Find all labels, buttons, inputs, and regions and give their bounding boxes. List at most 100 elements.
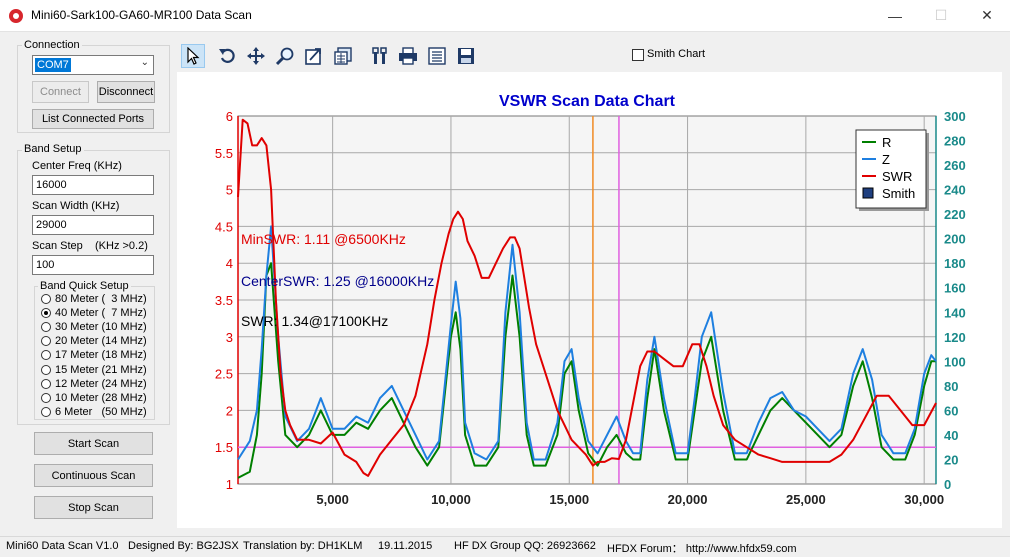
y-right-tick-label: 100 [944, 354, 966, 369]
radio-button[interactable] [41, 336, 51, 347]
legend-swatch-smith [862, 187, 874, 199]
band-radio-2[interactable]: 30 Meter (10 MHz) [41, 320, 147, 334]
continuous-scan-button[interactable]: Continuous Scan [34, 464, 153, 487]
y-right-tick-label: 120 [944, 330, 966, 345]
y-right-tick-label: 0 [944, 477, 951, 492]
print-icon[interactable] [396, 44, 420, 68]
radio-button[interactable] [41, 322, 51, 333]
close-button[interactable]: ✕ [964, 0, 1010, 31]
com-port-select[interactable]: COM7 ⌄ [32, 55, 154, 75]
y-right-tick-label: 80 [944, 379, 958, 394]
band-radio-8[interactable]: 6 Meter (50 MHz) [41, 405, 147, 419]
y-right-tick-label: 140 [944, 305, 966, 320]
band-radio-6[interactable]: 12 Meter (24 MHz) [41, 377, 147, 391]
pointer-icon[interactable] [181, 44, 205, 68]
print-preview-icon[interactable] [425, 44, 449, 68]
scan-width-input[interactable]: 29000 [32, 215, 154, 235]
radio-button[interactable] [41, 364, 51, 375]
y-right-tick-label: 200 [944, 232, 966, 247]
radio-button[interactable] [41, 350, 51, 361]
scan-step-label: Scan Step [32, 240, 83, 252]
undo-zoom-icon[interactable] [216, 44, 240, 68]
radio-button[interactable] [41, 392, 51, 403]
legend-label: Z [882, 152, 890, 167]
vswr-chart[interactable]: VSWR Scan Data Chart 1 1.5 2 2.5 3 3.5 4 4.5 5 5.5… [177, 72, 1002, 528]
y-right-tick-label: 40 [944, 428, 958, 443]
center-freq-label: Center Freq (KHz) [32, 160, 122, 172]
radio-button[interactable] [41, 308, 51, 319]
scan-width-label: Scan Width (KHz) [32, 200, 120, 212]
radio-button[interactable] [41, 406, 51, 417]
band-radio-label: 17 Meter (18 MHz) [55, 349, 147, 362]
minimize-button[interactable]: — [872, 0, 918, 31]
y-right-tick-label: 60 [944, 403, 958, 418]
y-left-tick-label: 6 [226, 109, 233, 124]
band-radio-4[interactable]: 17 Meter (18 MHz) [41, 348, 147, 362]
y-left-tick-label: 2.5 [215, 367, 233, 382]
radio-button[interactable] [41, 294, 51, 304]
chart-toolbar [177, 40, 1002, 72]
band-radio-5[interactable]: 15 Meter (21 MHz) [41, 363, 147, 377]
x-tick-label: 30,000 [904, 492, 944, 507]
save-icon[interactable] [454, 44, 478, 68]
y-left-tick-label: 3.5 [215, 293, 233, 308]
band-radio-label: 80 Meter ( 3 MHz) [55, 293, 147, 305]
y-left-tick-label: 1 [226, 477, 233, 492]
band-radio-label: 10 Meter (28 MHz) [55, 391, 147, 404]
maximize-button[interactable]: ☐ [918, 0, 964, 31]
status-designed-by: Designed By: BG2JSX [128, 540, 239, 552]
band-setup-group-label: Band Setup [22, 143, 84, 155]
y-right-tick-label: 20 [944, 452, 958, 467]
x-tick-label: 15,000 [549, 492, 589, 507]
radio-button[interactable] [41, 378, 51, 389]
legend-label: Smith [882, 186, 915, 201]
status-translation: Translation by: DH1KLM [243, 540, 363, 552]
x-tick-label: 25,000 [786, 492, 826, 507]
y-left-tick-label: 1.5 [215, 440, 233, 455]
band-radio-label: 40 Meter ( 7 MHz) [55, 307, 147, 320]
list-ports-button[interactable]: List Connected Ports [32, 109, 154, 129]
legend-label: R [882, 135, 891, 150]
settings-icon[interactable] [368, 44, 392, 68]
app-icon [9, 9, 23, 23]
status-forum: HFDX Forum： http://www.hfdx59.com [607, 543, 797, 555]
y-left-tick-label: 4 [226, 256, 233, 271]
band-radio-3[interactable]: 20 Meter (14 MHz) [41, 334, 147, 348]
band-radio-7[interactable]: 10 Meter (28 MHz) [41, 391, 147, 405]
y-right-tick-label: 220 [944, 207, 966, 222]
status-date: 19.11.2015 [378, 540, 433, 552]
export-icon[interactable] [302, 44, 326, 68]
band-radio-0[interactable]: 80 Meter ( 3 MHz) [41, 292, 147, 306]
start-scan-button[interactable]: Start Scan [34, 432, 153, 455]
connection-group-label: Connection [22, 39, 82, 51]
stop-scan-button[interactable]: Stop Scan [34, 496, 153, 519]
status-qq: HF DX Group QQ: 26923662 [454, 540, 596, 552]
y-left-tick-label: 4.5 [215, 219, 233, 234]
center-freq-input[interactable]: 16000 [32, 175, 154, 195]
chevron-down-icon: ⌄ [140, 57, 149, 68]
copy-data-icon[interactable] [331, 44, 355, 68]
band-radio-label: 15 Meter (21 MHz) [55, 363, 147, 376]
pan-icon[interactable] [244, 44, 268, 68]
x-tick-label: 10,000 [431, 492, 471, 507]
smith-chart-label: Smith Chart [647, 48, 706, 60]
chart-title: VSWR Scan Data Chart [499, 93, 676, 110]
connect-button[interactable]: Connect [32, 81, 89, 103]
x-tick-label: 5,000 [316, 492, 349, 507]
disconnect-button[interactable]: Disconnect [97, 81, 155, 103]
y-right-tick-label: 180 [944, 256, 966, 271]
band-radio-label: 12 Meter (24 MHz) [55, 377, 147, 390]
window-title: Mini60-Sark100-GA60-MR100 Data Scan [31, 8, 252, 22]
scan-step-input[interactable]: 100 [32, 255, 154, 275]
zoom-icon[interactable] [273, 44, 297, 68]
band-radio-1[interactable]: 40 Meter ( 7 MHz) [41, 306, 147, 320]
annotation-2: SWR: 1.34@17100KHz [241, 313, 388, 329]
y-left-tick-label: 5.5 [215, 146, 233, 161]
band-radio-label: 6 Meter (50 MHz) [55, 405, 147, 418]
smith-chart-checkbox[interactable] [632, 49, 644, 61]
y-right-tick-label: 240 [944, 183, 966, 198]
y-left-tick-label: 5 [226, 183, 233, 198]
y-left-tick-label: 2 [226, 403, 233, 418]
legend-label: SWR [882, 169, 912, 184]
y-right-tick-label: 160 [944, 281, 966, 296]
